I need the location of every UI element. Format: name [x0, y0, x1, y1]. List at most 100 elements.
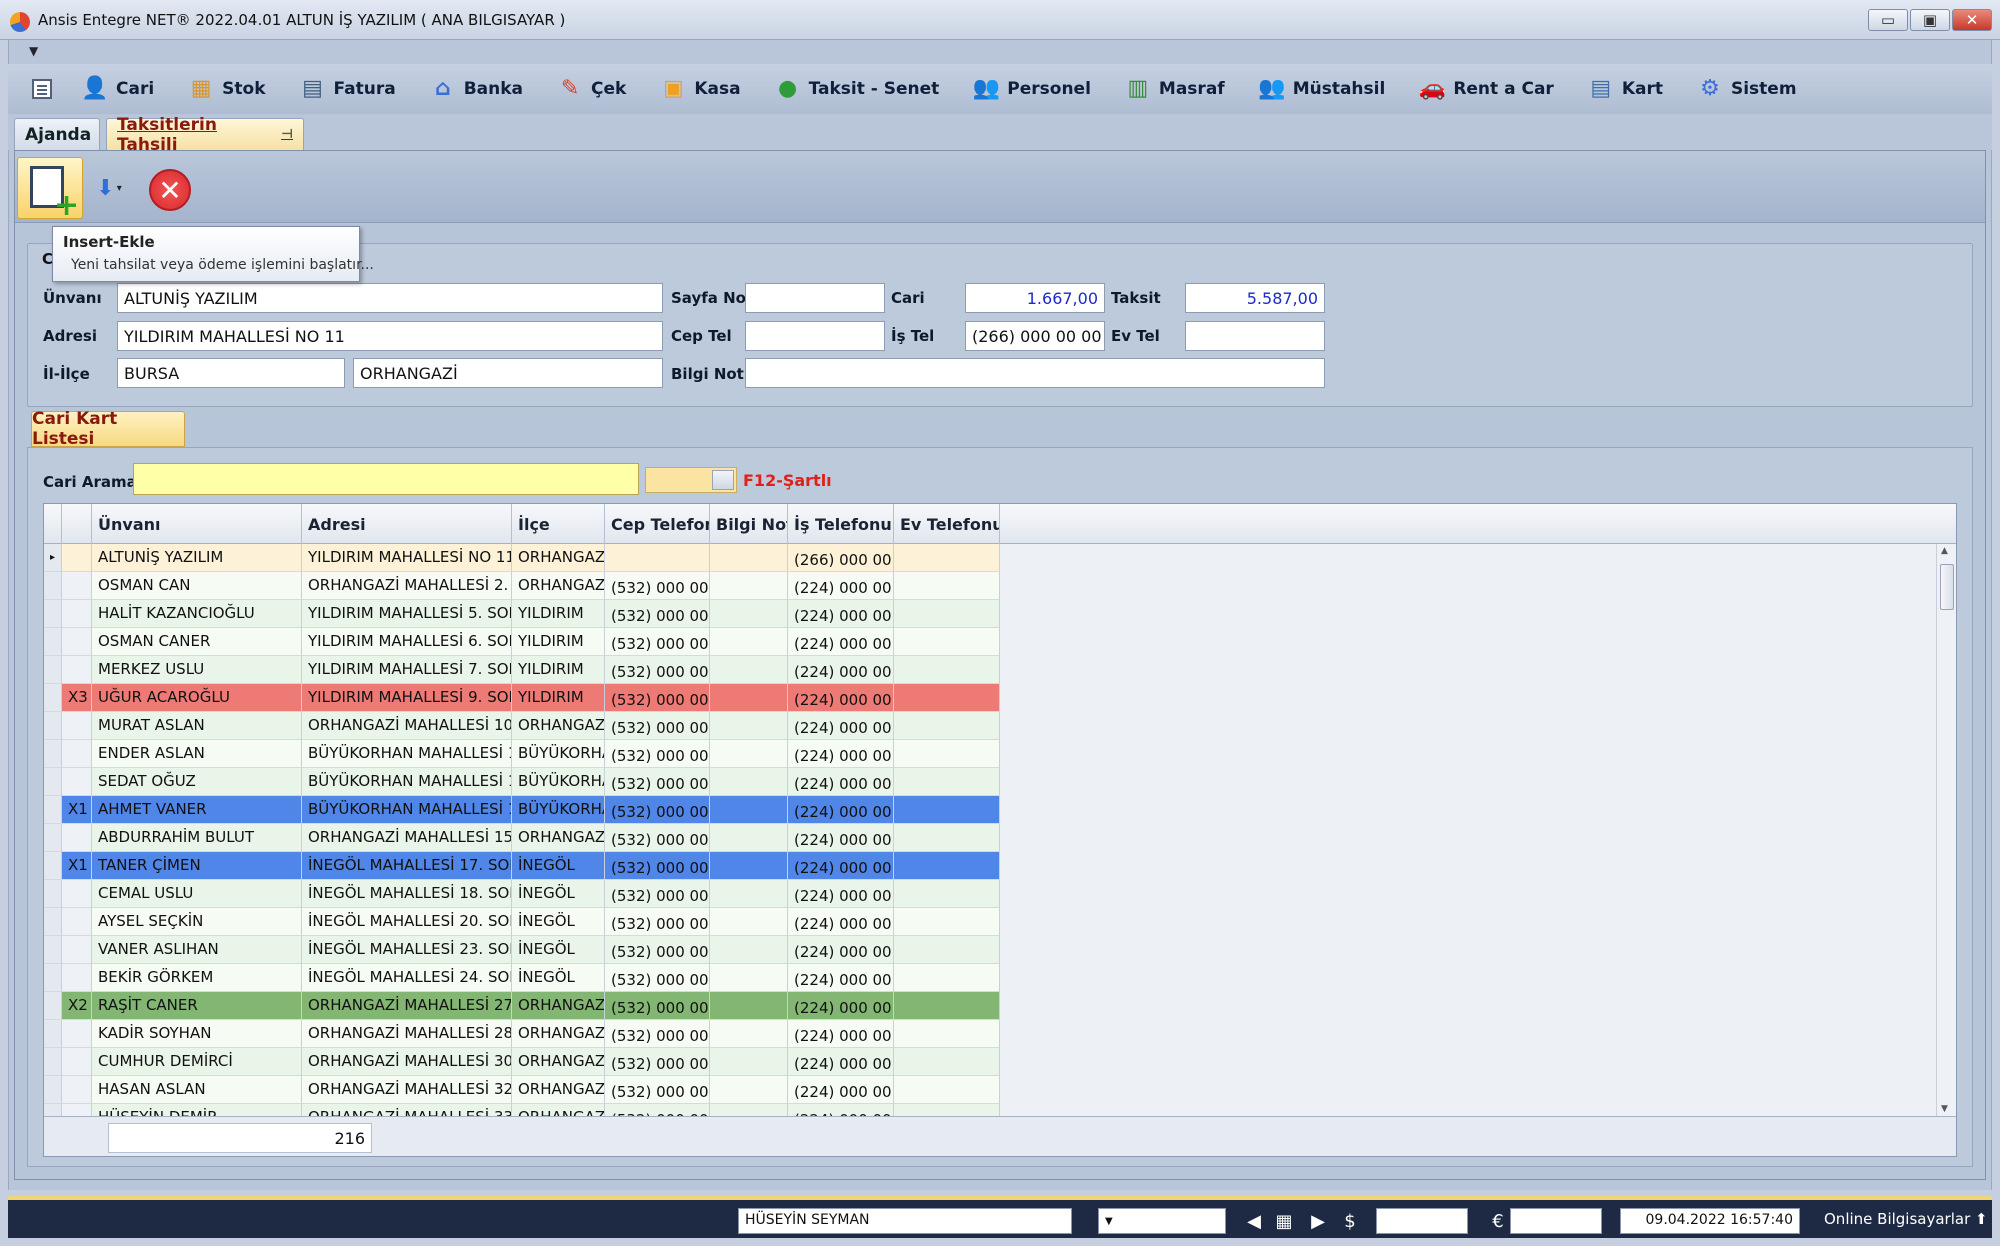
pin-icon[interactable]: ⊣ [281, 127, 293, 142]
table-row[interactable]: CUMHUR DEMİRCİORHANGAZİ MAHALLESİ 30. SO… [44, 1048, 1000, 1076]
menu-banka[interactable]: ⌂ Banka [430, 69, 523, 109]
row-indicator[interactable]: ▸ [44, 544, 62, 572]
vertical-scrollbar[interactable]: ▲ ▼ [1936, 544, 1956, 1116]
money-icon: ● [777, 76, 798, 101]
row-indicator[interactable] [44, 880, 62, 908]
close-window-button[interactable]: ✕ [1952, 9, 1992, 31]
row-indicator[interactable] [44, 1076, 62, 1104]
table-row[interactable]: HÜSEYİN DEMİRORHANGAZİ MAHALLESİ 33. SOK… [44, 1104, 1000, 1116]
column-header-adresi[interactable]: Adresi [302, 504, 512, 544]
cancel-button[interactable]: ✕ [149, 169, 191, 211]
row-indicator[interactable] [44, 852, 62, 880]
unvani-field[interactable]: ALTUNİŞ YAZILIM [117, 283, 663, 313]
menu-cek[interactable]: ✎ Çek [557, 69, 627, 109]
search-filter-combo[interactable] [645, 467, 737, 493]
cell-mark [62, 824, 92, 852]
table-row[interactable]: X1TANER ÇİMENİNEGÖL MAHALLESİ 17. SOKAK … [44, 852, 1000, 880]
column-header-ilce[interactable]: İlçe [512, 504, 605, 544]
menu-stok[interactable]: ▦ Stok [188, 69, 266, 109]
table-row[interactable]: HASAN ASLANORHANGAZİ MAHALLESİ 32. SOKAO… [44, 1076, 1000, 1104]
menu-cari[interactable]: 👤 Cari [81, 69, 154, 109]
row-indicator[interactable] [44, 936, 62, 964]
table-row[interactable]: OSMAN CANERYILDIRIM MAHALLESİ 6. SOKAK N… [44, 628, 1000, 656]
ev-tel-field[interactable] [1185, 321, 1325, 351]
row-indicator[interactable] [44, 712, 62, 740]
table-row[interactable]: MERKEZ USLUYILDIRIM MAHALLESİ 7. SOKAK N… [44, 656, 1000, 684]
sayfa-no-field[interactable] [745, 283, 885, 313]
column-header-cep-telefonu[interactable]: Cep Telefonu [605, 504, 710, 544]
table-row[interactable]: KADİR SOYHANORHANGAZİ MAHALLESİ 28. SOKA… [44, 1020, 1000, 1048]
move-down-button[interactable]: ⬇ ▾ [89, 173, 129, 203]
row-indicator[interactable] [44, 908, 62, 936]
maximize-button[interactable]: ▣ [1910, 9, 1950, 31]
ilce-field[interactable]: ORHANGAZİ [353, 358, 663, 388]
table-row[interactable]: ENDER ASLANBÜYÜKORHAN MAHALLESİ 11. SOBÜ… [44, 740, 1000, 768]
previous-icon[interactable]: ◀ [1242, 1208, 1266, 1234]
minimize-button[interactable]: ▭ [1868, 9, 1908, 31]
row-indicator[interactable] [44, 656, 62, 684]
table-row[interactable]: X2RAŞİT CANERORHANGAZİ MAHALLESİ 27. SOK… [44, 992, 1000, 1020]
menu-kasa[interactable]: ▣ Kasa [660, 69, 741, 109]
menu-sistem-label: Sistem [1730, 79, 1797, 99]
row-indicator[interactable] [44, 992, 62, 1020]
tab-ajanda[interactable]: Ajanda [14, 118, 100, 150]
row-indicator[interactable] [44, 1104, 62, 1116]
menu-kart[interactable]: ▤ Kart [1588, 69, 1663, 109]
row-indicator[interactable] [44, 628, 62, 656]
combo-dropdown-button[interactable] [712, 470, 734, 490]
menu-rent-a-car[interactable]: 🚗 Rent a Car [1419, 69, 1554, 109]
menu-taksit-senet[interactable]: ● Taksit - Senet [775, 69, 939, 109]
bilgi-notu-field[interactable] [745, 358, 1325, 388]
is-tel-field[interactable]: (266) 000 00 00 [965, 321, 1105, 351]
quick-access-dropdown-icon[interactable]: ▼ [29, 44, 38, 58]
table-row[interactable]: MURAT ASLANORHANGAZİ MAHALLESİ 10. SOKAO… [44, 712, 1000, 740]
calendar-icon[interactable]: ▦ [1272, 1208, 1296, 1234]
row-indicator[interactable] [44, 1048, 62, 1076]
cep-tel-field[interactable] [745, 321, 885, 351]
row-indicator[interactable] [44, 796, 62, 824]
table-row[interactable]: X3UĞUR ACAROĞLUYILDIRIM MAHALLESİ 9. SOK… [44, 684, 1000, 712]
table-row[interactable]: CEMAL USLUİNEGÖL MAHALLESİ 18. SOKAK NİN… [44, 880, 1000, 908]
document-list-icon[interactable] [32, 79, 52, 99]
menu-mustahsil[interactable]: 👥 Müstahsil [1258, 69, 1385, 109]
status-combo[interactable]: ▼ [1098, 1208, 1226, 1234]
column-header-ev-telefonu[interactable]: Ev Telefonu [894, 504, 1000, 544]
table-row[interactable]: SEDAT OĞUZBÜYÜKORHAN MAHALLESİ 12. SOBÜY… [44, 768, 1000, 796]
table-row[interactable]: ▸ ALTUNİŞ YAZILIM YILDIRIM MAHALLESİ NO 11… [44, 544, 1000, 572]
menu-personel[interactable]: 👥 Personel [973, 69, 1091, 109]
table-row[interactable]: OSMAN CANORHANGAZİ MAHALLESİ 2. SOKAKORH… [44, 572, 1000, 600]
row-indicator[interactable] [44, 684, 62, 712]
tab-taksitlerin-tahsili[interactable]: Taksitlerin Tahsili ⊣ [106, 115, 304, 155]
cell-ilce: YILDIRIM [512, 656, 605, 684]
row-indicator[interactable] [44, 1020, 62, 1048]
column-header-unvani[interactable]: Ünvanı [92, 504, 302, 544]
scrollbar-thumb[interactable] [1940, 564, 1954, 610]
row-indicator[interactable] [44, 768, 62, 796]
cari-search-input[interactable] [133, 463, 639, 495]
scroll-up-icon[interactable]: ▲ [1941, 546, 1948, 556]
table-row[interactable]: BEKİR GÖRKEMİNEGÖL MAHALLESİ 24. SOKAK N… [44, 964, 1000, 992]
table-row[interactable]: X1AHMET VANERBÜYÜKORHAN MAHALLESİ 13. SO… [44, 796, 1000, 824]
table-row[interactable]: AYSEL SEÇKİNİNEGÖL MAHALLESİ 20. SOKAK N… [44, 908, 1000, 936]
table-row[interactable]: VANER ASLIHANİNEGÖL MAHALLESİ 23. SOKAK … [44, 936, 1000, 964]
il-field[interactable]: BURSA [117, 358, 345, 388]
row-indicator[interactable] [44, 572, 62, 600]
table-row[interactable]: ABDURRAHİM BULUTORHANGAZİ MAHALLESİ 15. … [44, 824, 1000, 852]
row-indicator[interactable] [44, 824, 62, 852]
online-computers-button[interactable]: Online Bilgisayarlar ⬆ [1824, 1210, 1988, 1228]
next-icon[interactable]: ▶ [1306, 1208, 1330, 1234]
adresi-field[interactable]: YILDIRIM MAHALLESİ NO 11 [117, 321, 663, 351]
column-header-is-telefonu[interactable]: İş Telefonu [788, 504, 894, 544]
row-indicator[interactable] [44, 740, 62, 768]
tab-cari-kart-listesi[interactable]: Cari Kart Listesi [31, 409, 185, 449]
menu-sistem[interactable]: ⚙ Sistem [1697, 69, 1797, 109]
cell-is-telefonu: (224) 000 00 25 [788, 656, 894, 684]
menu-fatura[interactable]: ▤ Fatura [300, 69, 396, 109]
column-header-bilgi-notu[interactable]: Bilgi Notu [710, 504, 788, 544]
scroll-down-icon[interactable]: ▼ [1941, 1104, 1948, 1114]
table-row[interactable]: HALİT KAZANCIOĞLU YILDIRIM MAHALLESİ 5. S… [44, 600, 1000, 628]
row-indicator[interactable] [44, 964, 62, 992]
row-indicator[interactable] [44, 600, 62, 628]
insert-button[interactable]: + [17, 157, 83, 221]
menu-masraf[interactable]: ▥ Masraf [1125, 69, 1225, 109]
